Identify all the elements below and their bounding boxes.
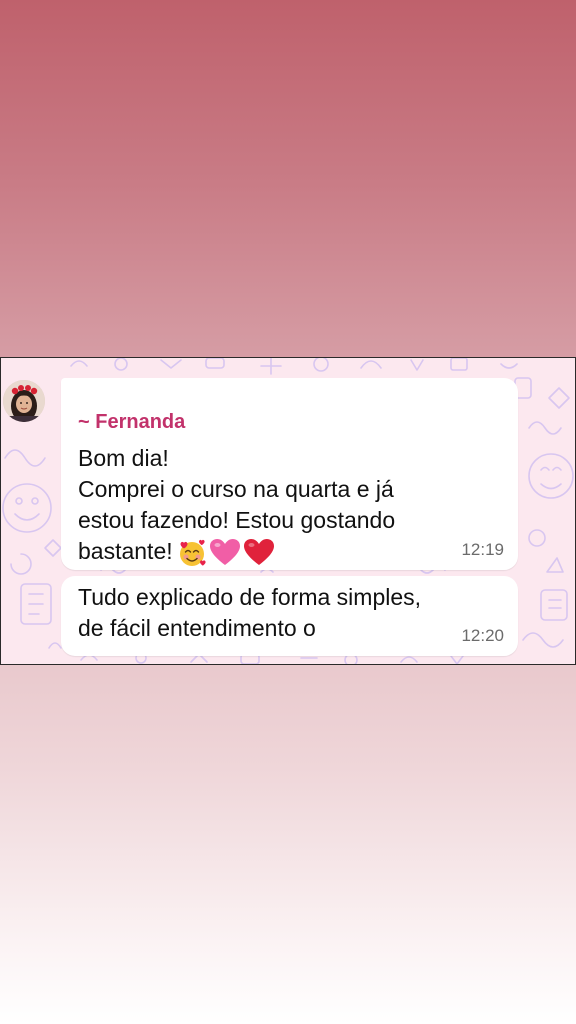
message-timestamp: 12:20 [461,626,504,645]
message-line-with-emojis: bastante! [78,536,395,568]
message-text: Tudo explicado de forma simples, de fáci… [78,582,421,644]
message-line: estou fazendo! Estou gostando [78,507,396,533]
sender-avatar[interactable] [3,380,45,422]
message-text: Bom dia! Comprei o curso na quarta e já … [78,443,395,568]
message-line: Comprei o curso na quarta e já [78,476,394,502]
message-line: bastante! [78,538,173,564]
message-line: de fácil entendimento o [78,615,316,641]
pink-heart-icon [209,538,240,565]
avatar-photo-icon [3,380,45,422]
message-bubble[interactable]: Tudo explicado de forma simples, de fáci… [61,576,518,656]
chat-screenshot: ~ Fernanda Bom dia! Comprei o curso na q… [0,357,576,665]
sender-name[interactable]: ~ Fernanda [78,411,185,434]
red-heart-icon [243,538,274,565]
smiling-face-with-hearts-icon [179,539,206,566]
message-timestamp: 12:19 [461,540,504,559]
message-bubble[interactable]: ~ Fernanda Bom dia! Comprei o curso na q… [61,378,518,570]
message-line: Bom dia! [78,445,169,471]
emoji-group [177,538,275,568]
message-line: Tudo explicado de forma simples, [78,584,422,610]
